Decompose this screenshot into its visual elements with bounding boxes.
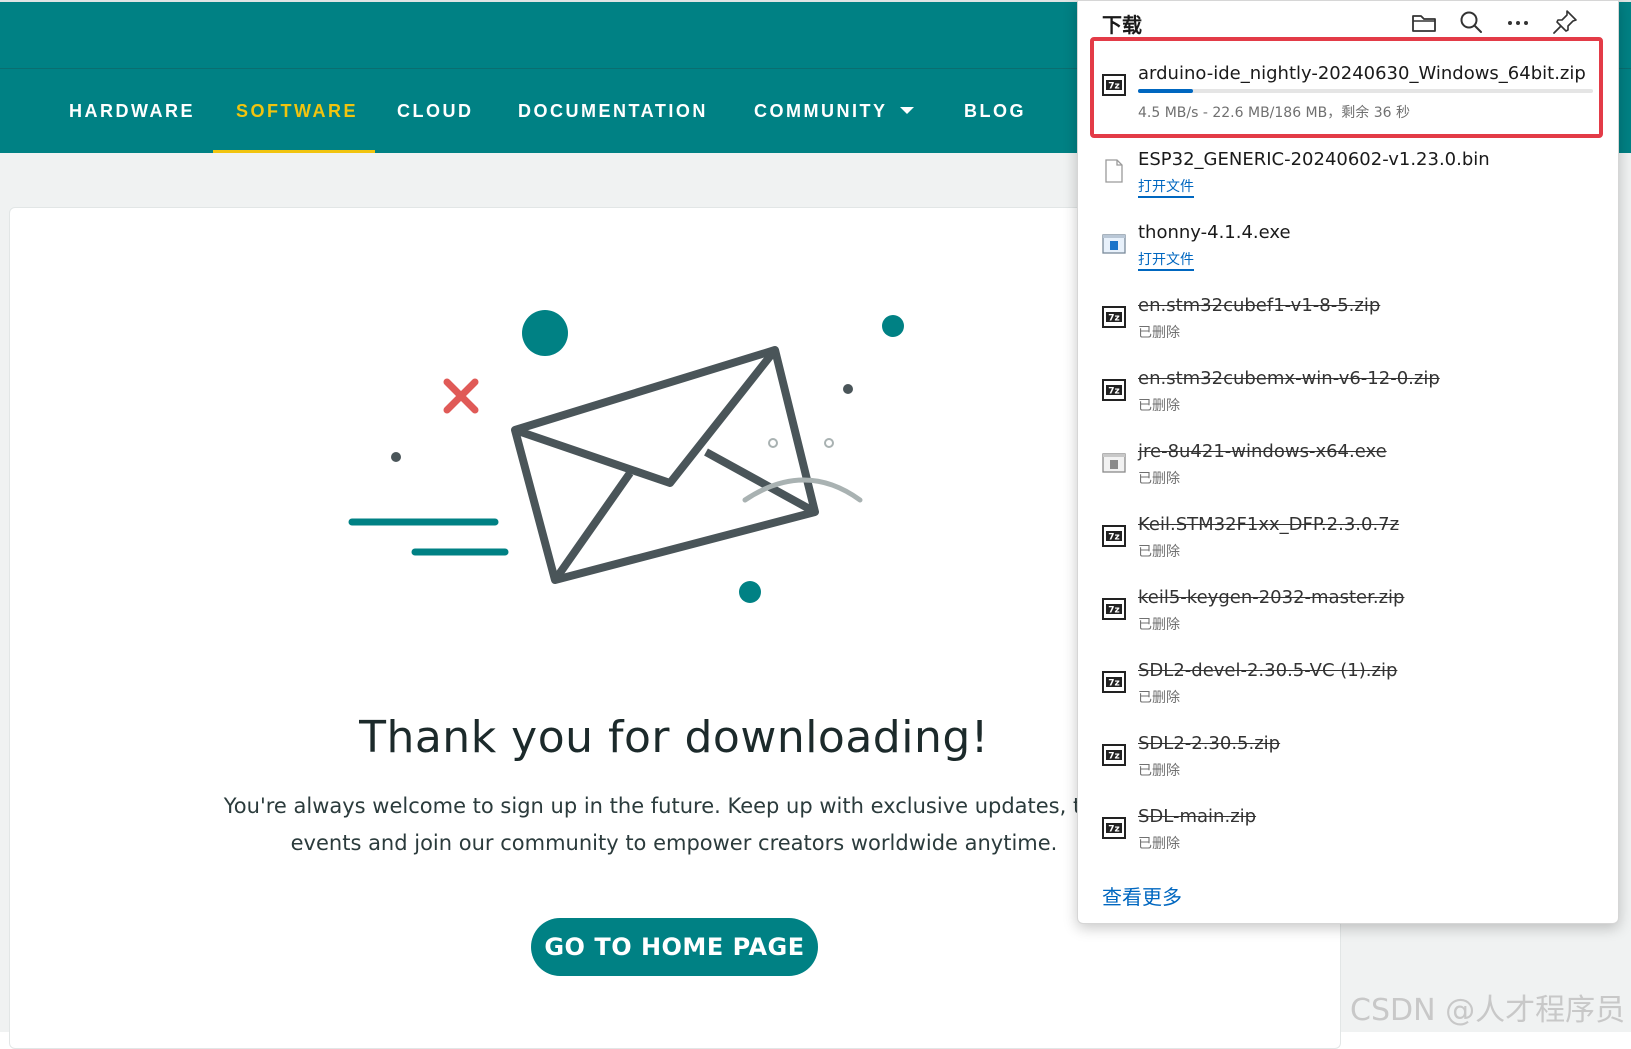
download-file-name: jre-8u421-windows-x64.exe [1138,441,1387,462]
svg-text:7z: 7z [1108,606,1120,616]
decor-dot [391,452,401,462]
downloads-panel: 下载 7z arduino-ide_nightly-20240630_Windo… [1077,0,1619,924]
download-item[interactable]: 7z SDL2-devel-2.30.5-VC (1).zip 已删除 [1078,654,1618,726]
downloads-header: 下载 [1078,1,1618,41]
chevron-down-icon [899,106,914,114]
search-icon[interactable] [1456,7,1486,37]
7z-archive-icon: 7z [1102,379,1126,401]
nav-documentation[interactable]: DOCUMENTATION [518,69,708,154]
svg-text:7z: 7z [1108,533,1120,543]
nav-community-label: COMMUNITY [754,101,888,121]
decor-dot [522,310,568,356]
go-to-home-page-button[interactable]: GO TO HOME PAGE [531,918,818,976]
download-item[interactable]: 7z SDL-main.zip 已删除 [1078,800,1618,872]
download-item[interactable]: 7z en.stm32cubef1-v1-8-5.zip 已删除 [1078,289,1618,361]
download-status: 已删除 [1138,398,1180,414]
decor-dot [739,581,761,603]
nav-software[interactable]: SOFTWARE [236,69,358,154]
exe-gray-icon [1102,453,1126,473]
7z-archive-icon: 7z [1102,525,1126,547]
download-file-name: en.stm32cubemx-win-v6-12-0.zip [1138,368,1440,389]
decor-dot [882,315,904,337]
7z-archive-icon: 7z [1102,306,1126,328]
exe-window-icon [1102,234,1126,254]
nav-cloud[interactable]: CLOUD [397,69,474,154]
watermark: CSDN @人才程序员 [1350,993,1626,1028]
welcome-text: You're always welcome to sign up in the … [180,788,1168,862]
download-item[interactable]: 7z Keil.STM32F1xx_DFP.2.3.0.7z 已删除 [1078,508,1618,580]
download-status: 已删除 [1138,763,1180,779]
svg-text:7z: 7z [1108,752,1120,762]
nav-hardware[interactable]: HARDWARE [69,69,195,154]
welcome-text-line: events and join our community to empower… [290,831,1058,855]
download-item[interactable]: thonny-4.1.4.exe 打开文件 [1078,216,1618,288]
download-file-name: thonny-4.1.4.exe [1138,222,1291,243]
highlight-annotation [1090,37,1603,138]
7z-archive-icon: 7z [1102,598,1126,620]
download-item[interactable]: 7z keil5-keygen-2032-master.zip 已删除 [1078,581,1618,653]
download-status: 已删除 [1138,836,1180,852]
7z-archive-icon: 7z [1102,817,1126,839]
decor-dot [843,384,853,394]
see-more-link[interactable]: 查看更多 [1102,881,1182,910]
more-icon[interactable] [1503,7,1533,37]
svg-text:7z: 7z [1108,825,1120,835]
download-status: 已删除 [1138,471,1180,487]
downloads-title: 下载 [1102,13,1142,37]
blank-file-icon [1105,159,1123,183]
7z-archive-icon: 7z [1102,744,1126,766]
download-file-name: keil5-keygen-2032-master.zip [1138,587,1405,608]
decor-dot [824,438,834,448]
download-file-name: SDL2-devel-2.30.5-VC (1).zip [1138,660,1398,681]
svg-text:7z: 7z [1108,387,1120,397]
folder-icon[interactable] [1409,7,1439,37]
download-item[interactable]: jre-8u421-windows-x64.exe 已删除 [1078,435,1618,507]
download-status: 已删除 [1138,690,1180,706]
download-file-name: en.stm32cubef1-v1-8-5.zip [1138,295,1381,316]
download-file-name: SDL-main.zip [1138,806,1257,827]
welcome-text-line: You're always welcome to sign up in the … [223,794,1125,818]
7z-archive-icon: 7z [1102,671,1126,693]
nav-community[interactable]: COMMUNITY [754,69,914,154]
decor-dot [768,438,778,448]
download-item[interactable]: 7z SDL2-2.30.5.zip 已删除 [1078,727,1618,799]
download-file-name: ESP32_GENERIC-20240602-v1.23.0.bin [1138,149,1490,170]
download-status: 已删除 [1138,544,1180,560]
envelope-illustration [348,310,904,603]
close-icon [443,378,479,414]
download-status: 已删除 [1138,325,1180,341]
download-file-name: Keil.STM32F1xx_DFP.2.3.0.7z [1138,514,1400,535]
download-item[interactable]: 7z en.stm32cubemx-win-v6-12-0.zip 已删除 [1078,362,1618,434]
download-status: 已删除 [1138,617,1180,633]
svg-text:7z: 7z [1108,679,1120,689]
download-item[interactable]: ESP32_GENERIC-20240602-v1.23.0.bin 打开文件 [1078,143,1618,215]
open-file-link[interactable]: 打开文件 [1138,176,1194,198]
svg-text:7z: 7z [1108,314,1120,324]
open-file-link[interactable]: 打开文件 [1138,249,1194,271]
envelope-outline [511,346,819,584]
nav-blog[interactable]: BLOG [964,69,1026,154]
pin-icon[interactable] [1550,7,1580,37]
download-file-name: SDL2-2.30.5.zip [1138,733,1281,754]
